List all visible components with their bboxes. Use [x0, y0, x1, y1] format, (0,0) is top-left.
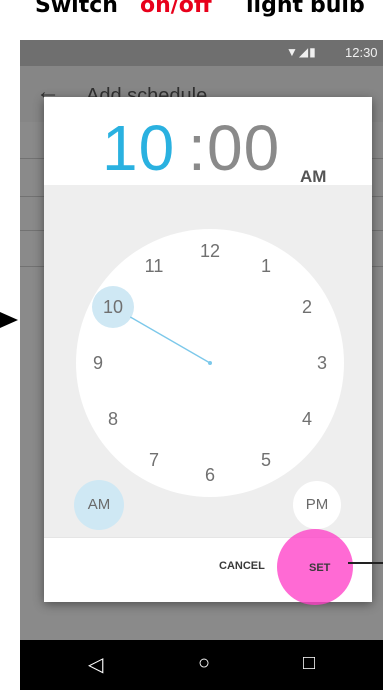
clock-hour-12[interactable]: 12 [196, 239, 224, 263]
clock-hour-7[interactable]: 7 [140, 448, 168, 472]
ampm-display[interactable]: AM [300, 167, 326, 187]
clock-hour-6[interactable]: 6 [196, 463, 224, 487]
pointer-line [348, 562, 383, 564]
clock-hour-8[interactable]: 8 [99, 407, 127, 431]
pm-button[interactable]: PM [292, 480, 342, 530]
home-nav-icon[interactable]: ○ [198, 652, 210, 675]
time-picker-dialog: 10 : 00 AM 12 1 2 3 4 5 6 7 8 9 10 11 AM PM CANCEL [44, 97, 372, 602]
clock-hour-11[interactable]: 11 [140, 254, 168, 278]
clock-hour-10[interactable]: 10 [99, 295, 127, 319]
clock-hour-5[interactable]: 5 [252, 448, 280, 472]
clock-hour-9[interactable]: 9 [84, 351, 112, 375]
status-time: 12:30 [345, 45, 378, 60]
recents-nav-icon[interactable]: □ [303, 652, 315, 675]
time-separator: : [188, 112, 206, 184]
time-header: 10 : 00 AM [44, 97, 372, 187]
clock-face[interactable]: 12 1 2 3 4 5 6 7 8 9 10 11 [76, 229, 344, 497]
clock-hour-3[interactable]: 3 [308, 351, 336, 375]
caption: Switch on/off light bulb [0, 0, 383, 40]
caption-word-1: Switch [35, 0, 118, 18]
clock-hour-1[interactable]: 1 [252, 254, 280, 278]
hour-display[interactable]: 10 [102, 111, 175, 185]
clock-hand [130, 316, 212, 365]
clock-hour-2[interactable]: 2 [293, 295, 321, 319]
back-nav-icon[interactable]: ◁ [88, 652, 103, 677]
pointer-arrow [0, 312, 18, 328]
am-button[interactable]: AM [74, 480, 124, 530]
minute-display[interactable]: 00 [207, 111, 280, 185]
status-bar: ▼◢▮ 12:30 [20, 40, 383, 66]
caption-word-3: light [246, 0, 304, 18]
cancel-button[interactable]: CANCEL [219, 560, 265, 572]
set-button[interactable]: SET [309, 562, 330, 574]
caption-word-4: bulb [310, 0, 365, 18]
navigation-bar: ◁ ○ □ [20, 640, 383, 690]
signal-icons: ▼◢▮ [286, 45, 317, 59]
caption-word-2: on/off [140, 0, 212, 18]
clock-hour-4[interactable]: 4 [293, 407, 321, 431]
